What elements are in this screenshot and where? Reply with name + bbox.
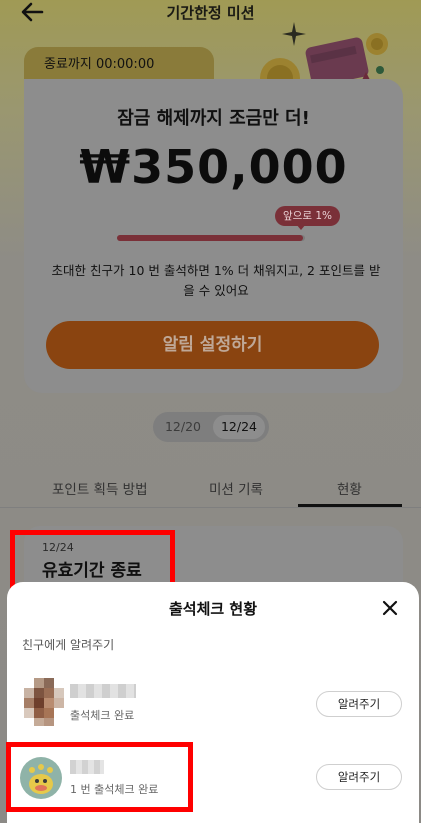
- progress-fill: [117, 235, 304, 241]
- sheet-title: 출석체크 현황: [168, 600, 258, 618]
- notify-button[interactable]: 알려주기: [316, 691, 402, 717]
- highlight-box-friend: [6, 742, 193, 812]
- badge-tail: [296, 224, 306, 230]
- notify-button[interactable]: 알려주기: [316, 764, 402, 790]
- friend-name-blurred: [70, 684, 136, 698]
- close-icon[interactable]: [381, 599, 399, 617]
- set-alarm-button[interactable]: 알림 설정하기: [46, 321, 379, 369]
- tab-status[interactable]: 현황: [337, 478, 362, 498]
- date-toggle: 12/20 12/24: [153, 412, 269, 442]
- mission-description: 초대한 친구가 10 번 출석하면 1% 더 채워지고, 2 포인트를 받을 수…: [51, 263, 381, 298]
- notify-friends-label: 친구에게 알려주기: [22, 638, 115, 652]
- friend-avatar-pixelated: [24, 678, 64, 726]
- friend-status: 출석체크 완료: [70, 709, 135, 722]
- reward-amount: ₩350,000: [79, 140, 348, 194]
- tab-how-to-earn[interactable]: 포인트 획득 방법: [52, 478, 148, 498]
- countdown-timer: 종료까지 00:00:00: [44, 57, 155, 72]
- remaining-badge: 앞으로 1%: [275, 206, 340, 226]
- date-option-1220[interactable]: 12/20: [157, 415, 209, 439]
- mission-heading: 잠금 해제까지 조금만 더!: [117, 108, 310, 129]
- date-option-1224[interactable]: 12/24: [213, 415, 265, 439]
- tab-mission-history[interactable]: 미션 기록: [209, 478, 263, 498]
- active-tab-indicator: [298, 504, 402, 507]
- progress-bar: [117, 235, 305, 241]
- tab-bar: 포인트 획득 방법 미션 기록 현황: [0, 470, 421, 508]
